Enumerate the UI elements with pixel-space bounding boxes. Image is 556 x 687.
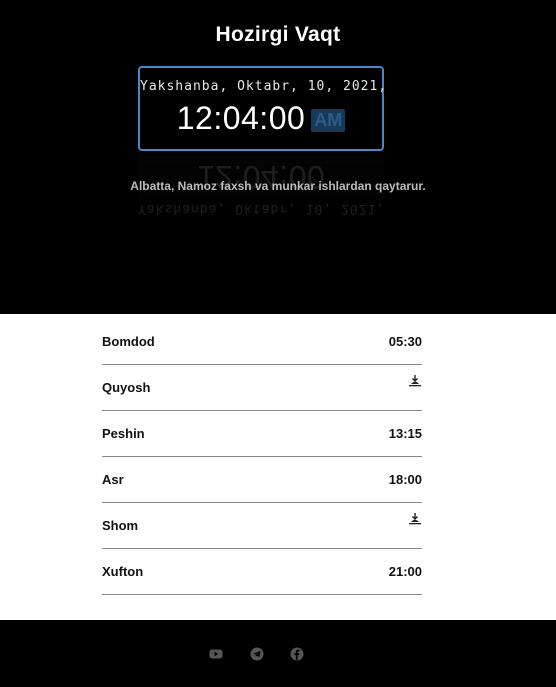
list-item: Bomdod 05:30	[102, 319, 422, 365]
quote-text: Albatta, Namoz faxsh va munkar ishlardan…	[130, 179, 426, 193]
sunrise-icon	[409, 513, 421, 525]
prayer-name: Bomdod	[102, 334, 155, 349]
prayer-name: Shom	[102, 518, 139, 533]
footer	[0, 620, 556, 687]
prayer-time: 13:15	[388, 426, 422, 441]
prayer-time: 18:00	[388, 472, 422, 487]
facebook-icon[interactable]	[290, 647, 304, 661]
time-display: 12:04:00	[176, 100, 306, 136]
page-title: Hozirgi Vaqt	[215, 23, 341, 46]
prayer-name: Quyosh	[102, 380, 151, 395]
list-item: Asr 18:00	[102, 457, 422, 503]
prayer-name: Xufton	[102, 564, 144, 579]
list-item: Xufton 21:00	[102, 549, 422, 595]
sunrise-icon	[409, 375, 421, 387]
clock-panel: Yakshanba, Oktabr, 10, 2021, 12:04:00 AM	[138, 66, 388, 151]
prayer-time: 05:30	[388, 334, 422, 349]
prayer-name: Peshin	[102, 426, 145, 441]
ampm-badge: AM	[311, 109, 346, 132]
list-item: Peshin 13:15	[102, 411, 422, 457]
date-display: Yakshanba, Oktabr, 10, 2021,	[140, 79, 388, 94]
list-item: Shom	[102, 503, 422, 549]
time-row: 12:04:00 AM	[140, 100, 382, 137]
prayer-name: Asr	[102, 472, 124, 487]
telegram-icon[interactable]	[250, 647, 264, 661]
prayer-time: 21:00	[388, 564, 422, 579]
prayer-times-list: Bomdod 05:30 Quyosh Peshin 13:15 Asr 18:…	[102, 319, 422, 595]
hero-section: Hozirgi Vaqt Yakshanba, Oktabr, 10, 2021…	[0, 0, 556, 314]
youtube-icon[interactable]	[209, 647, 223, 661]
list-item: Quyosh	[102, 365, 422, 411]
date-reflection: Yakshanba, Oktabr, 10, 2021,	[138, 201, 384, 216]
